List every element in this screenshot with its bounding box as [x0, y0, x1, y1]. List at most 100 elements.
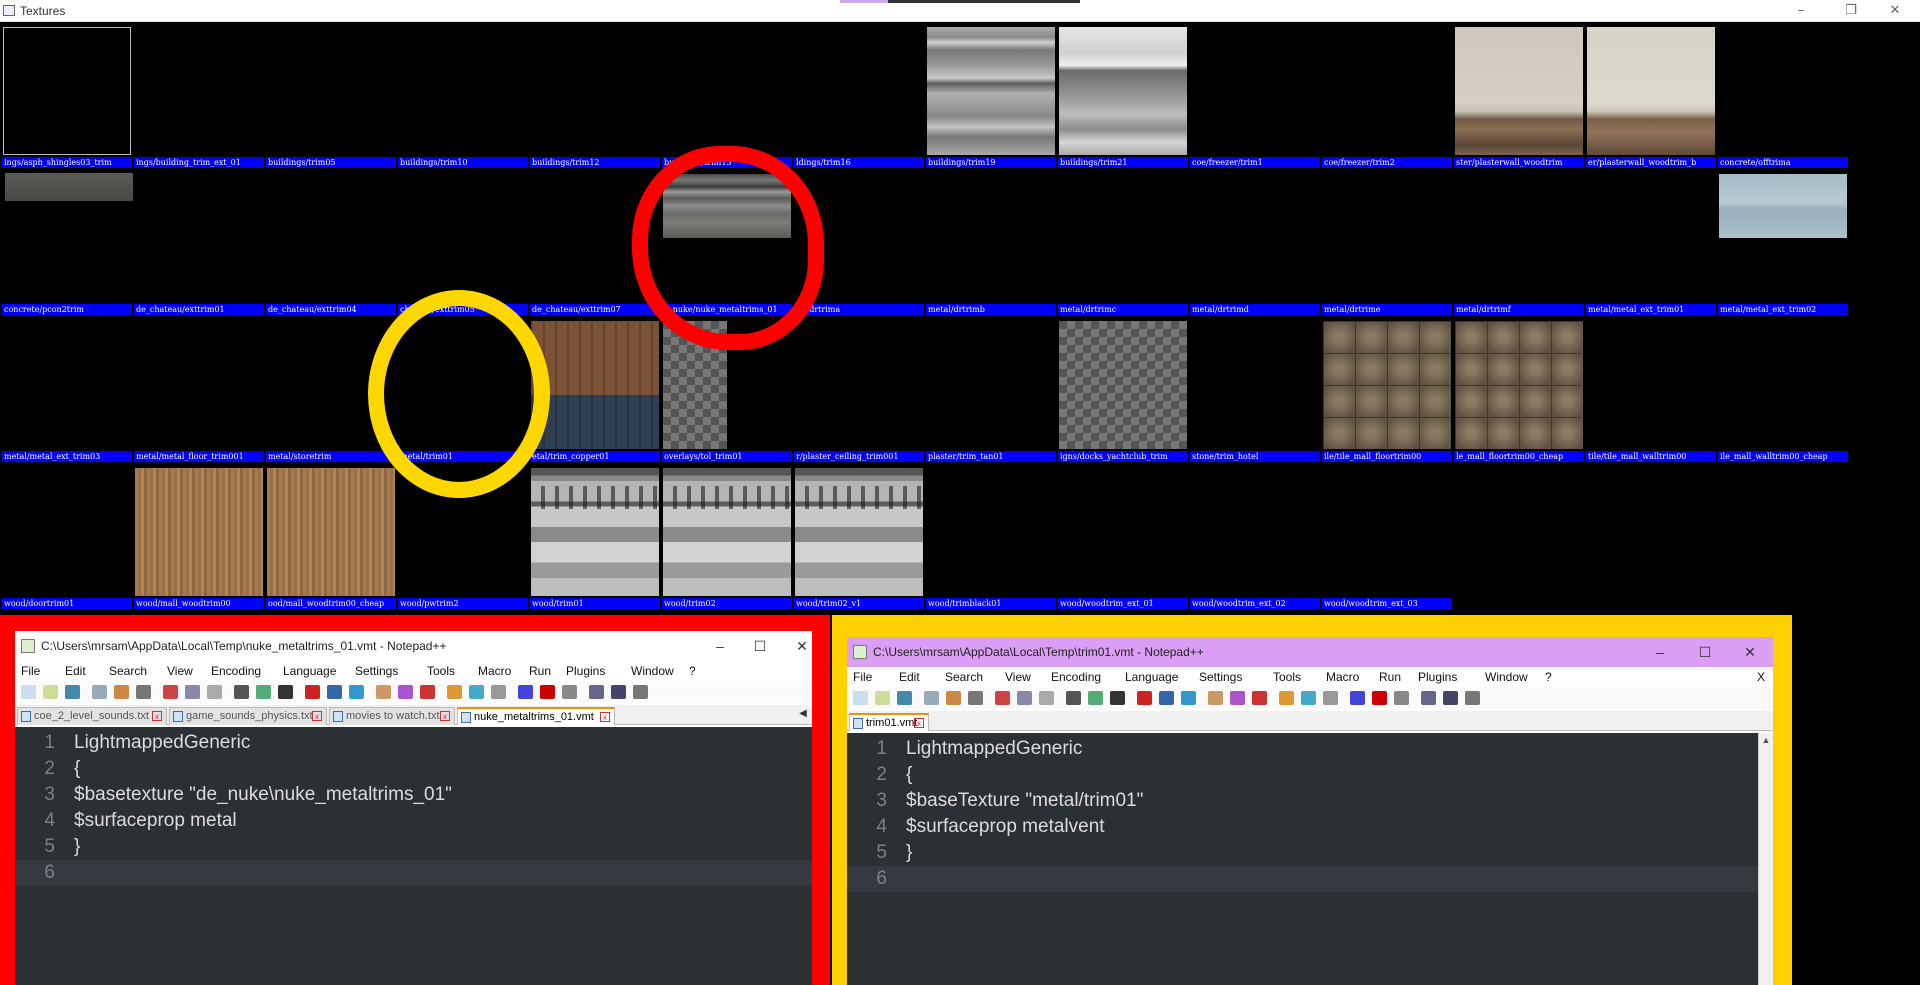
- toolbar-icon[interactable]: [420, 685, 435, 699]
- texture-cell[interactable]: metal/metal_ext_trim03: [0, 316, 132, 463]
- toolbar-icon[interactable]: [1208, 691, 1223, 705]
- toolbar-icon[interactable]: [1137, 691, 1152, 705]
- toolbar-icon[interactable]: [1110, 691, 1125, 705]
- minimize-button[interactable]: –: [1645, 642, 1675, 662]
- menu-close-button[interactable]: X: [1757, 670, 1765, 684]
- toolbar-icon[interactable]: [968, 691, 983, 705]
- texture-cell[interactable]: wood/trim02: [660, 463, 792, 609]
- texture-cell[interactable]: de_chateau/exttrim04: [264, 169, 396, 316]
- texture-cell[interactable]: metal/drtrime: [1320, 169, 1452, 316]
- texture-cell[interactable]: er/plasterwall_woodtrim_b: [1584, 22, 1716, 169]
- code-editor[interactable]: 1 LightmappedGeneric 2{3 $baseTexture "meta…: [847, 733, 1758, 985]
- menu-encoding[interactable]: Encoding: [211, 664, 261, 678]
- toolbar-icon[interactable]: [256, 685, 271, 699]
- menu-run[interactable]: Run: [1379, 670, 1401, 684]
- tab-trim01-vmt[interactable]: trim01.vmt x: [849, 713, 929, 731]
- toolbar-icon[interactable]: [305, 685, 320, 699]
- texture-cell[interactable]: metal/metal_ext_trim01: [1584, 169, 1716, 316]
- close-tab-icon[interactable]: x: [152, 711, 162, 721]
- menu-window[interactable]: Window: [631, 664, 674, 678]
- menu-file[interactable]: File: [21, 664, 40, 678]
- close-tab-icon[interactable]: x: [600, 712, 610, 722]
- texture-cell[interactable]: r/plaster_ceiling_trim001: [792, 316, 924, 463]
- toolbar-icon[interactable]: [1279, 691, 1294, 705]
- texture-cell[interactable]: buildings/trim12: [528, 22, 660, 169]
- vertical-scrollbar[interactable]: ▲: [1758, 733, 1773, 985]
- toolbar-icon[interactable]: [65, 685, 80, 699]
- texture-cell[interactable]: igns/docks_yachtclub_trim: [1056, 316, 1188, 463]
- texture-cell[interactable]: le_mall_floortrim00_cheap: [1452, 316, 1584, 463]
- tab-game-sounds-physics-txt[interactable]: game_sounds_physics.txt x: [169, 707, 327, 725]
- close-tab-icon[interactable]: x: [914, 718, 924, 728]
- menu-tools[interactable]: Tools: [1273, 670, 1301, 684]
- toolbar-icon[interactable]: [278, 685, 293, 699]
- texture-cell[interactable]: wood/trim02_v1: [792, 463, 924, 609]
- toolbar-icon[interactable]: [924, 691, 939, 705]
- toolbar-icon[interactable]: [447, 685, 462, 699]
- menu-macro[interactable]: Macro: [1326, 670, 1359, 684]
- texture-cell[interactable]: wood/doortrim01: [0, 463, 132, 609]
- menu-search[interactable]: Search: [109, 664, 147, 678]
- toolbar-icon[interactable]: [1066, 691, 1081, 705]
- tab-coe-2-level-sounds-txt[interactable]: coe_2_level_sounds.txt x: [17, 707, 167, 725]
- texture-cell[interactable]: wood/mall_woodtrim00: [132, 463, 264, 609]
- toolbar-icon[interactable]: [21, 685, 36, 699]
- toolbar-icon[interactable]: [633, 685, 648, 699]
- menu-window[interactable]: Window: [1485, 670, 1528, 684]
- scroll-up-icon[interactable]: ▲: [1761, 735, 1771, 745]
- texture-cell[interactable]: coe/freezer/trim1: [1188, 22, 1320, 169]
- toolbar-icon[interactable]: [1230, 691, 1245, 705]
- texture-cell[interactable]: coe/freezer/trim2: [1320, 22, 1452, 169]
- toolbar-icon[interactable]: [518, 685, 533, 699]
- menu-language[interactable]: Language: [283, 664, 336, 678]
- texture-cell[interactable]: ood/mall_woodtrim00_cheap: [264, 463, 396, 609]
- toolbar-icon[interactable]: [114, 685, 129, 699]
- toolbar-icon[interactable]: [349, 685, 364, 699]
- minimize-button[interactable]: –: [705, 636, 735, 656]
- menu-view[interactable]: View: [1005, 670, 1031, 684]
- menu-search[interactable]: Search: [945, 670, 983, 684]
- toolbar-icon[interactable]: [398, 685, 413, 699]
- texture-cell[interactable]: ster/plasterwall_woodtrim: [1452, 22, 1584, 169]
- texture-cell[interactable]: buildings/trim10: [396, 22, 528, 169]
- texture-cell[interactable]: metal/drtrimd: [1188, 169, 1320, 316]
- texture-cell[interactable]: tile/tile_mall_walltrim00: [1584, 316, 1716, 463]
- menu-language[interactable]: Language: [1125, 670, 1178, 684]
- menu-view[interactable]: View: [167, 664, 193, 678]
- toolbar-icon[interactable]: [163, 685, 178, 699]
- toolbar-icon[interactable]: [611, 685, 626, 699]
- close-button[interactable]: ✕: [1880, 2, 1910, 20]
- toolbar-icon[interactable]: [540, 685, 555, 699]
- menu-[interactable]: ?: [1545, 670, 1552, 684]
- texture-cell[interactable]: wood/woodtrim_ext_03: [1320, 463, 1452, 609]
- menu-edit[interactable]: Edit: [65, 664, 86, 678]
- menu-plugins[interactable]: Plugins: [566, 664, 605, 678]
- close-button[interactable]: ✕: [1735, 642, 1765, 662]
- menu-plugins[interactable]: Plugins: [1418, 670, 1457, 684]
- texture-cell[interactable]: de_chateau/exttrim01: [132, 169, 264, 316]
- toolbar-icon[interactable]: [1088, 691, 1103, 705]
- toolbar-icon[interactable]: [946, 691, 961, 705]
- menu-encoding[interactable]: Encoding: [1051, 670, 1101, 684]
- menu-run[interactable]: Run: [529, 664, 551, 678]
- menu-[interactable]: ?: [689, 664, 696, 678]
- toolbar-icon[interactable]: [562, 685, 577, 699]
- close-tab-icon[interactable]: x: [312, 711, 322, 721]
- close-button[interactable]: ✕: [787, 636, 812, 656]
- toolbar-icon[interactable]: [1159, 691, 1174, 705]
- toolbar-icon[interactable]: [185, 685, 200, 699]
- toolbar-icon[interactable]: [1421, 691, 1436, 705]
- toolbar-icon[interactable]: [897, 691, 912, 705]
- toolbar-icon[interactable]: [1372, 691, 1387, 705]
- maximize-button[interactable]: ☐: [745, 636, 775, 656]
- texture-cell[interactable]: wood/woodtrim_ext_01: [1056, 463, 1188, 609]
- texture-cell[interactable]: metal/drtrimb: [924, 169, 1056, 316]
- toolbar-icon[interactable]: [1039, 691, 1054, 705]
- texture-cell[interactable]: stone/trim_hotel: [1188, 316, 1320, 463]
- minimize-button[interactable]: –: [1786, 2, 1816, 20]
- texture-cell[interactable]: metal/metal_floor_trim001: [132, 316, 264, 463]
- texture-cell[interactable]: concrete/offtrima: [1716, 22, 1848, 169]
- close-tab-icon[interactable]: x: [440, 711, 450, 721]
- toolbar-icon[interactable]: [1465, 691, 1480, 705]
- toolbar-icon[interactable]: [92, 685, 107, 699]
